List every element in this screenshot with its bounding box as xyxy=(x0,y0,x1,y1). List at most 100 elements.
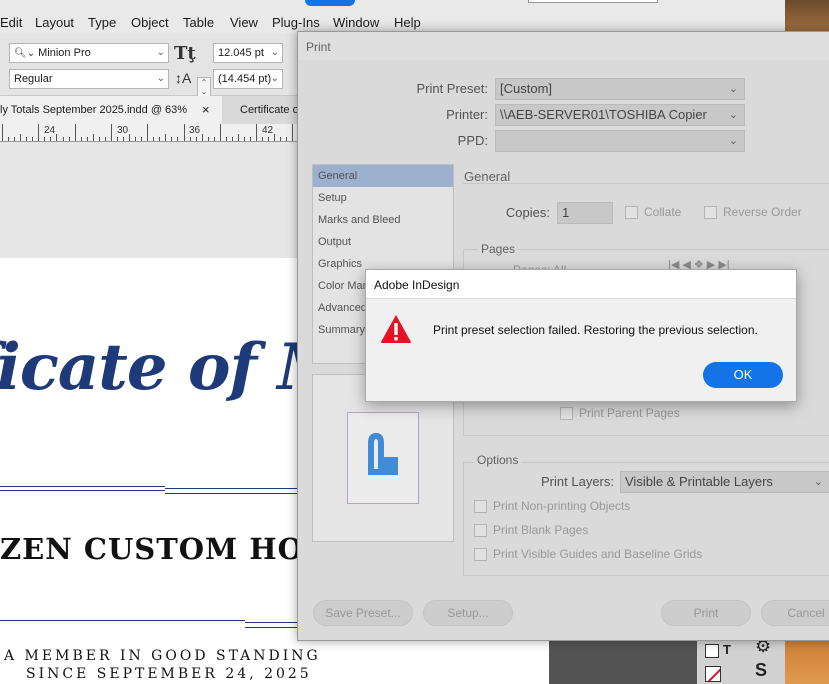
ruler-tick xyxy=(2,124,3,141)
ruler-tick xyxy=(231,137,233,141)
menu-type[interactable]: Type xyxy=(88,15,116,30)
tab-certificate[interactable]: Certificate o xyxy=(228,96,308,124)
ruler-tick xyxy=(86,137,88,141)
menu-view[interactable]: View xyxy=(230,15,258,30)
font-style-value: Regular xyxy=(14,73,53,85)
ruler-tick xyxy=(159,137,161,141)
divider xyxy=(0,620,245,621)
ruler-tick xyxy=(26,137,28,141)
ruler-tick xyxy=(8,137,10,141)
ruler-tick xyxy=(189,137,191,141)
ruler-tick xyxy=(244,137,245,141)
menu-plugins[interactable]: Plug-Ins xyxy=(272,15,320,30)
font-size-field[interactable]: 12.045 pt ⌄ xyxy=(213,43,283,63)
font-family-value: Minion Pro xyxy=(38,47,91,59)
leading-icon: ↕A xyxy=(175,70,192,86)
ok-button[interactable]: OK xyxy=(703,362,783,388)
ruler-tick xyxy=(207,137,209,141)
search-field[interactable] xyxy=(528,0,658,3)
ruler-tick xyxy=(44,137,46,141)
ruler-tick xyxy=(14,137,16,141)
ruler-tick xyxy=(219,124,221,141)
tools-panel: T ⚙ S xyxy=(697,636,785,684)
ruler-tick xyxy=(237,134,239,141)
ruler-tick xyxy=(177,137,179,141)
type-tool-icon[interactable]: T xyxy=(723,642,731,657)
divider xyxy=(245,627,300,628)
since-line: SINCE SEPTEMBER 24, 2025 xyxy=(26,666,312,682)
alert-dialog: Adobe InDesign Print preset selection fa… xyxy=(365,269,797,402)
chevron-down-icon: ⌄ xyxy=(270,73,279,84)
leading-value: (14.454 pt) xyxy=(218,73,272,85)
standing-line: A MEMBER IN GOOD STANDING xyxy=(4,648,321,664)
chevron-down-icon: ⌄ xyxy=(156,47,165,58)
alert-title: Adobe InDesign xyxy=(374,278,460,292)
ruler-tick xyxy=(147,124,149,141)
frame-tool-icon[interactable] xyxy=(705,644,719,658)
alert-titlebar: Adobe InDesign xyxy=(366,270,796,299)
ruler-tick xyxy=(225,137,227,141)
tab-label: ly Totals September 2025.indd @ 63% xyxy=(0,104,188,116)
ruler-label: 42 xyxy=(262,125,274,136)
menu-help[interactable]: Help xyxy=(394,15,421,30)
ruler-tick xyxy=(262,137,264,141)
ruler-tick xyxy=(92,134,94,141)
font-size-icon: Tţ xyxy=(174,43,196,64)
ruler-tick xyxy=(213,137,215,141)
alert-message: Print preset selection failed. Restoring… xyxy=(433,323,758,337)
ruler-tick xyxy=(183,124,185,141)
ruler-tick xyxy=(274,134,276,141)
ruler-tick xyxy=(50,137,52,141)
ruler-tick xyxy=(110,124,112,141)
leading-field[interactable]: (14.454 pt) ⌄ xyxy=(213,69,283,89)
search-icon: 🔍︎⌄ xyxy=(14,48,36,59)
ruler-tick xyxy=(129,134,131,141)
ruler-tick xyxy=(68,137,70,141)
chevron-down-icon: ⌄ xyxy=(156,73,165,84)
divider xyxy=(165,488,300,489)
ruler-tick xyxy=(165,134,167,141)
ruler-tick xyxy=(286,137,288,141)
menu-edit[interactable]: Edit xyxy=(0,15,22,30)
menu-window[interactable]: Window xyxy=(333,15,379,30)
font-style-select[interactable]: Regular ⌄ xyxy=(9,69,169,89)
share-button[interactable] xyxy=(305,0,355,6)
ruler-label: 30 xyxy=(117,125,129,136)
ruler-tick xyxy=(62,137,64,141)
tab-label: Certificate o xyxy=(240,104,299,116)
ruler-tick xyxy=(74,124,76,141)
warning-icon xyxy=(381,315,411,343)
close-icon[interactable]: × xyxy=(202,96,210,124)
ruler-tick xyxy=(280,137,282,141)
ruler-tick xyxy=(195,137,197,141)
ruler-tick xyxy=(171,137,173,141)
font-size-value: 12.045 pt xyxy=(218,47,264,59)
ruler-tick xyxy=(250,137,252,141)
ruler-tick xyxy=(80,137,82,141)
ruler-tick xyxy=(256,124,258,141)
ruler-tick xyxy=(38,124,40,141)
ruler-tick xyxy=(141,137,143,141)
none-swatch-icon[interactable] xyxy=(705,666,721,682)
menu-layout[interactable]: Layout xyxy=(35,15,74,30)
divider xyxy=(165,493,300,494)
font-family-select[interactable]: 🔍︎⌄ Minion Pro ⌄ xyxy=(9,43,169,63)
divider xyxy=(245,622,300,623)
menu-table[interactable]: Table xyxy=(183,15,214,30)
ruler-tick xyxy=(268,137,270,141)
script-icon[interactable]: S xyxy=(755,660,767,681)
divider xyxy=(0,490,165,491)
ruler-label: 36 xyxy=(189,125,201,136)
menu-bar: Edit Layout Type Object Table View Plug-… xyxy=(0,0,785,34)
font-size-spinner[interactable]: ⌃ ⌄ xyxy=(197,77,211,97)
ruler-tick xyxy=(104,137,106,141)
menu-object[interactable]: Object xyxy=(131,15,169,30)
tab-active-document[interactable]: ly Totals September 2025.indd @ 63% × xyxy=(0,96,222,124)
ruler-label: 24 xyxy=(44,125,56,136)
ruler-tick xyxy=(56,134,58,141)
ruler-tick xyxy=(153,137,155,141)
ruler-tick xyxy=(116,137,118,141)
ruler-tick xyxy=(20,134,22,141)
ruler-tick xyxy=(32,137,34,141)
ruler-tick xyxy=(201,134,203,141)
